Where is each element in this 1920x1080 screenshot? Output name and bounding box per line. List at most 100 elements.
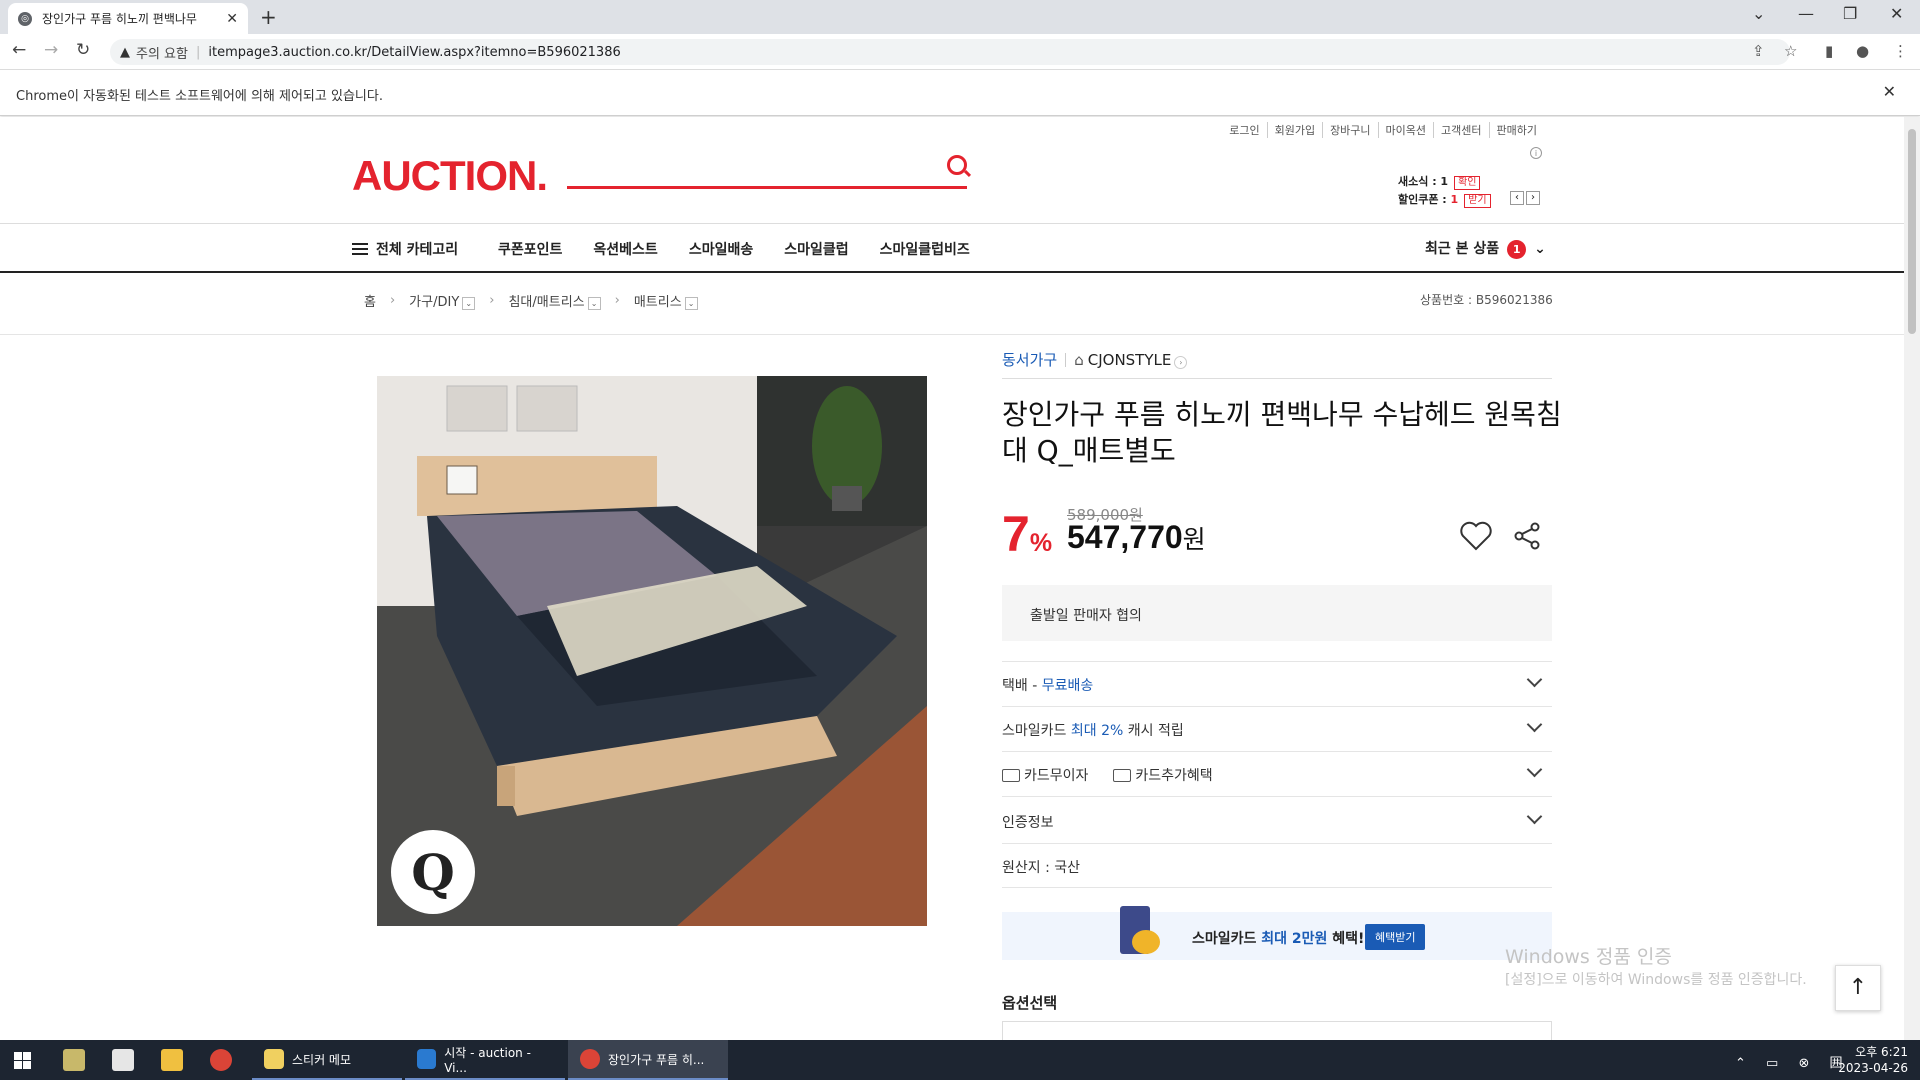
nav-smile-club-biz[interactable]: 스마일클럽비즈 <box>880 239 970 259</box>
auction-logo[interactable]: AUCTION. <box>352 152 548 200</box>
breadcrumb-items: 홈 › 가구/DIY ⌄ › 침대/매트리스 ⌄ › 매트리스 ⌄ <box>364 291 698 310</box>
banner-highlight: 최대 2만원 <box>1261 931 1328 947</box>
prev-arrow-icon[interactable]: ‹ <box>1510 191 1524 205</box>
photos-app-icon[interactable] <box>112 1049 134 1071</box>
search-icon[interactable] <box>947 155 967 175</box>
quality-q-badge: Q <box>391 830 475 914</box>
side-panel-icon[interactable]: ▮ <box>1825 42 1833 60</box>
minimize-button[interactable]: — <box>1798 4 1814 23</box>
chevron-down-icon[interactable]: ⌄ <box>684 297 698 310</box>
signup-link[interactable]: 회원가입 <box>1266 122 1322 138</box>
profile-icon[interactable]: ● <box>1856 42 1869 60</box>
clock-date: 2023-04-26 <box>1838 1061 1908 1075</box>
chrome-app-icon[interactable] <box>210 1049 232 1071</box>
chevron-down-icon <box>1526 671 1543 688</box>
browser-tab[interactable]: ◎ 장인가구 푸름 히노끼 편백나무 ✕ <box>8 3 248 34</box>
divider <box>1065 353 1067 367</box>
file-explorer-icon[interactable] <box>161 1049 183 1071</box>
scrollbar-thumb[interactable] <box>1908 129 1916 334</box>
breadcrumb-home[interactable]: 홈 <box>364 291 376 310</box>
address-bar[interactable]: ▲ 주의 요함 | itempage3.auction.co.kr/Detail… <box>110 39 1790 65</box>
taskbar-chrome-window[interactable]: 장인가구 푸름 히... <box>568 1040 728 1080</box>
card-plus-icon <box>1113 769 1132 782</box>
customer-center-link[interactable]: 고객센터 <box>1433 122 1488 138</box>
search-input[interactable] <box>567 147 967 189</box>
product-image[interactable]: Q <box>377 376 927 926</box>
discount-rate: 7% <box>1002 505 1052 563</box>
nav-auction-best[interactable]: 옥션베스트 <box>593 239 657 259</box>
sell-link[interactable]: 판매하기 <box>1488 122 1544 138</box>
back-icon[interactable]: ← <box>12 40 26 60</box>
cert-info-row[interactable]: 인증정보 <box>1002 796 1552 843</box>
nav-smile-club[interactable]: 스마일클럽 <box>784 239 848 259</box>
chevron-right-icon[interactable]: › <box>1174 356 1188 369</box>
wishlist-heart-icon[interactable] <box>1460 521 1492 555</box>
smile-card-pre: 스마일카드 <box>1002 723 1071 739</box>
forward-icon[interactable]: → <box>44 40 58 60</box>
seller-name[interactable]: 동서가구 <box>1002 351 1057 369</box>
hamburger-icon <box>352 243 368 255</box>
close-tab-icon[interactable]: ✕ <box>226 11 238 27</box>
breadcrumb-furniture[interactable]: 가구/DIY ⌄ <box>409 291 476 310</box>
option-select-box[interactable] <box>1002 1021 1552 1040</box>
gnb-menu: 쿠폰포인트 옥션베스트 스마일배송 스마일클럽 스마일클럽비즈 <box>498 239 970 259</box>
delivery-row[interactable]: 택배 - 무료배송 <box>1002 661 1552 706</box>
windows-start-icon[interactable] <box>14 1052 31 1069</box>
breadcrumb-bed[interactable]: 침대/매트리스 ⌄ <box>508 291 601 310</box>
my-auction-link[interactable]: 마이옥션 <box>1377 122 1433 138</box>
card-interest-label: 카드무이자 <box>1024 768 1089 784</box>
store-name[interactable]: CJONSTYLE <box>1088 351 1172 369</box>
banner-post: 혜택! <box>1327 931 1365 947</box>
news-label: 새소식 : 1 <box>1398 175 1449 188</box>
get-benefit-button[interactable]: 혜택받기 <box>1365 924 1426 950</box>
breadcrumb-mattress[interactable]: 매트리스 ⌄ <box>634 291 698 310</box>
maps-app-icon[interactable] <box>63 1049 85 1071</box>
next-arrow-icon[interactable]: › <box>1526 191 1540 205</box>
bookmark-star-icon[interactable]: ☆ <box>1784 42 1797 60</box>
taskbar-sticky-notes[interactable]: 스티커 메모 <box>252 1040 402 1080</box>
all-categories-button[interactable]: 전체 카테고리 <box>352 239 458 259</box>
warning-icon: ▲ <box>120 44 130 60</box>
recent-items-button[interactable]: 최근 본 상품 1 ⌄ <box>1425 238 1546 259</box>
card-benefit-row[interactable]: 카드무이자 카드추가혜택 <box>1002 751 1552 796</box>
coupon-get-button[interactable]: 받기 <box>1464 194 1491 208</box>
smile-card-row[interactable]: 스마일카드 최대 2% 캐시 적립 <box>1002 706 1552 751</box>
notice-pager: ‹ › <box>1510 191 1542 205</box>
close-infobar-icon[interactable]: ✕ <box>1883 82 1896 101</box>
windows-taskbar: 스티커 메모 시작 - auction - Vi... 장인가구 푸름 히...… <box>0 1040 1920 1080</box>
page-scrollbar[interactable] <box>1904 117 1920 1040</box>
login-link[interactable]: 로그인 <box>1222 122 1266 138</box>
seller-info: 동서가구 ⌂ CJONSTYLE › <box>1002 349 1188 370</box>
system-tray-icons[interactable]: ⌃ ▭ ⊗ 囲 <box>1735 1052 1850 1071</box>
new-tab-button[interactable]: + <box>260 5 277 29</box>
taskbar-vscode[interactable]: 시작 - auction - Vi... <box>405 1040 565 1080</box>
chevron-down-icon[interactable]: ⌄ <box>587 297 601 310</box>
clock[interactable]: 오후 6:21 2023-04-26 <box>1838 1044 1908 1076</box>
close-window-button[interactable]: ✕ <box>1890 4 1903 23</box>
smile-card-banner[interactable]: 스마일카드 최대 2만원 혜택! 혜택받기 <box>1002 906 1552 960</box>
security-label: 주의 요함 <box>136 46 188 62</box>
info-icon[interactable]: i <box>1530 147 1542 159</box>
nav-smile-delivery[interactable]: 스마일배송 <box>689 239 753 259</box>
chrome-icon <box>580 1049 600 1069</box>
discount-unit: % <box>1029 529 1053 557</box>
product-number: 상품번호 : B596021386 <box>1420 293 1553 307</box>
reload-icon[interactable]: ↻ <box>76 40 90 60</box>
clock-time: 오후 6:21 <box>1855 1045 1908 1059</box>
chevron-down-icon[interactable]: ⌄ <box>462 297 476 310</box>
cart-link[interactable]: 장바구니 <box>1322 122 1377 138</box>
sale-price: 547,770원 <box>1067 519 1206 556</box>
tab-strip: ◎ 장인가구 푸름 히노끼 편백나무 ✕ + ⌄ — ❐ ✕ <box>0 0 1920 34</box>
maximize-button[interactable]: ❐ <box>1843 4 1857 23</box>
menu-kebab-icon[interactable]: ⋮ <box>1893 42 1908 60</box>
share-page-icon[interactable]: ⇪ <box>1752 42 1765 60</box>
product-title: 장인가구 푸름 히노끼 편백나무 수납헤드 원목침대 Q_매트별도 <box>1002 398 1562 467</box>
recent-count-badge: 1 <box>1507 240 1527 259</box>
news-check-button[interactable]: 확인 <box>1454 176 1481 190</box>
nav-coupon-point[interactable]: 쿠폰포인트 <box>498 239 562 259</box>
share-icon[interactable] <box>1513 521 1543 555</box>
breadcrumb-separator-icon: › <box>489 293 495 308</box>
tab-search-icon[interactable]: ⌄ <box>1752 4 1765 23</box>
scroll-top-arrow-icon[interactable]: ↑ <box>1835 965 1881 1011</box>
recent-label: 최근 본 상품 <box>1425 241 1500 257</box>
